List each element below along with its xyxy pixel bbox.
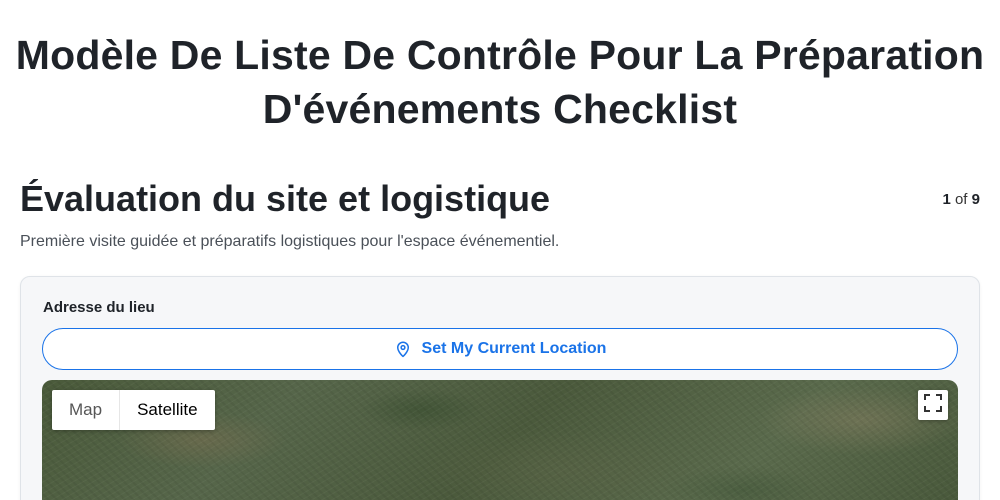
map-pin-icon: [394, 340, 412, 358]
set-current-location-label: Set My Current Location: [421, 340, 607, 357]
map-type-satellite[interactable]: Satellite: [119, 390, 214, 430]
venue-address-label: Adresse du lieu: [43, 299, 155, 316]
pager-current: 1: [942, 191, 951, 208]
pager-separator: of: [954, 191, 968, 208]
set-current-location-button[interactable]: Set My Current Location: [42, 328, 958, 370]
map-type-map[interactable]: Map: [52, 390, 119, 430]
pager-total: 9: [971, 191, 980, 208]
map-type-toggle: Map Satellite: [52, 390, 215, 430]
section-title: Évaluation du site et logistique: [20, 178, 551, 219]
step-pager: 1 of 9: [942, 191, 980, 208]
fullscreen-icon: [924, 393, 942, 417]
page-title: Modèle De Liste De Contrôle Pour La Prép…: [15, 32, 985, 132]
section-header: Évaluation du site et logistique 1 of 9: [20, 176, 980, 226]
map-view[interactable]: Map Satellite: [42, 380, 958, 500]
venue-address-card: Adresse du lieu Set My Current Location …: [20, 276, 980, 500]
section-description: Première visite guidée et préparatifs lo…: [20, 233, 560, 250]
fullscreen-button[interactable]: [918, 390, 948, 420]
